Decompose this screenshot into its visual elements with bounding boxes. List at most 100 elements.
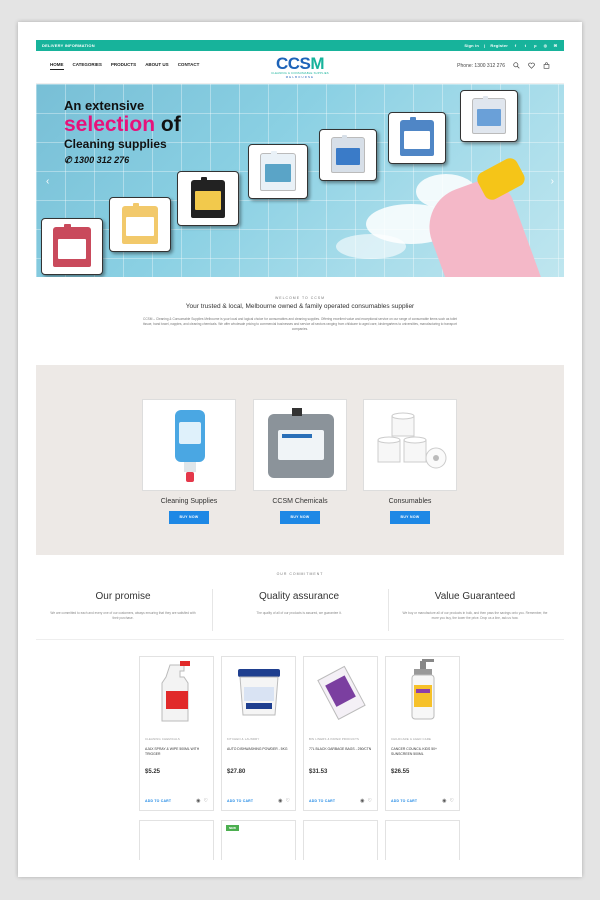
- logo-city: MELBOURNE: [285, 75, 315, 79]
- welcome-body: CCSM – Cleaning & Consumable Supplies Me…: [143, 317, 457, 331]
- commitment-kicker: OUR COMMITMENT: [276, 572, 324, 576]
- category-name: CCSM Chemicals: [272, 498, 328, 505]
- add-to-cart-button[interactable]: ADD TO CART: [145, 799, 171, 803]
- product-card-partial[interactable]: [139, 820, 214, 860]
- hero-line-3: Cleaning supplies: [64, 137, 167, 151]
- category-name: Cleaning Supplies: [160, 498, 218, 505]
- delivery-info-link[interactable]: DELIVERY INFORMATION: [42, 43, 95, 48]
- products-section: CLEANING CHEMICALS AJAX SPRAY & WIPE 500…: [36, 640, 564, 860]
- product-actions: ◉ ♡: [196, 798, 208, 804]
- ccsm-chemicals-image: [253, 399, 347, 491]
- category-card[interactable]: CCSM Chemicals BUY NOW: [253, 399, 347, 524]
- categories-section: Cleaning Supplies BUY NOW CCSM Chemicals…: [36, 365, 564, 555]
- commitment-text: The quality of all of our products is as…: [256, 611, 342, 615]
- product-category: KITCHEN & LAUNDRY: [227, 737, 260, 741]
- product-card[interactable]: CLEANING CHEMICALS AJAX SPRAY & WIPE 500…: [139, 656, 214, 811]
- header-right: Phone: 1300 312 276: [457, 62, 550, 69]
- product-price: $26.55: [391, 769, 410, 775]
- hero-heading: An extensive selection of Cleaning suppl…: [64, 98, 181, 166]
- commitment-text: We are committed to each and every one o…: [50, 611, 196, 620]
- buy-now-button[interactable]: BUY NOW: [280, 511, 320, 524]
- product-name[interactable]: AUTO DISHWASHING POWDER - 5KG: [227, 747, 290, 757]
- product-price: $31.53: [309, 769, 328, 775]
- main-nav: HOME CATEGORIES PRODUCTS ABOUT US CONTAC…: [50, 62, 199, 70]
- email-icon[interactable]: ✉: [553, 43, 558, 48]
- page-frame: DELIVERY INFORMATION Sign in | Register …: [18, 22, 582, 877]
- product-category: BIN LINERS & PAPER PRODUCTS: [309, 737, 360, 741]
- top-bar: DELIVERY INFORMATION Sign in | Register …: [36, 40, 564, 51]
- hero-product-card: [109, 197, 171, 252]
- product-jug-image: [260, 150, 296, 191]
- sign-in-link[interactable]: Sign in: [464, 43, 479, 48]
- product-image: [140, 657, 213, 727]
- wishlist-heart-icon[interactable]: ♡: [286, 798, 290, 804]
- cart-bag-icon[interactable]: [543, 62, 550, 69]
- quick-view-eye-icon[interactable]: ◉: [442, 798, 446, 804]
- commitment-title: Quality assurance: [258, 591, 340, 602]
- commitment-quality: Quality assurance The quality of all of …: [224, 591, 374, 616]
- product-card[interactable]: CHILDCARE & AGED CARE CANCER COUNCIL KID…: [385, 656, 460, 811]
- consumables-image: [363, 399, 457, 491]
- welcome-section: WELCOME TO CCSM Your trusted & local, Me…: [36, 277, 564, 365]
- welcome-kicker: WELCOME TO CCSM: [274, 296, 326, 300]
- hero-product-card: [248, 144, 308, 199]
- hero-slider[interactable]: An extensive selection of Cleaning suppl…: [36, 84, 564, 277]
- wishlist-heart-icon[interactable]: ♡: [368, 798, 372, 804]
- product-card[interactable]: BIN LINERS & PAPER PRODUCTS 77L BLACK GA…: [303, 656, 378, 811]
- pinterest-icon[interactable]: p: [533, 43, 538, 48]
- commitment-title: Our promise: [95, 591, 151, 602]
- category-card[interactable]: Consumables BUY NOW: [363, 399, 457, 524]
- separator: |: [484, 43, 486, 48]
- commitment-promise: Our promise We are committed to each and…: [48, 591, 198, 621]
- add-to-cart-button[interactable]: ADD TO CART: [227, 799, 253, 803]
- wishlist-heart-icon[interactable]: [528, 62, 535, 69]
- category-card[interactable]: Cleaning Supplies BUY NOW: [142, 399, 236, 524]
- wishlist-heart-icon[interactable]: ♡: [204, 798, 208, 804]
- commitment-section: OUR COMMITMENT Our promise We are commit…: [36, 555, 564, 640]
- site: DELIVERY INFORMATION Sign in | Register …: [36, 40, 564, 860]
- nav-home[interactable]: HOME: [50, 62, 64, 70]
- divider: [388, 589, 389, 631]
- product-name[interactable]: CANCER COUNCIL KIDS 50+ SUNSCREEN 500ML: [391, 747, 454, 757]
- buy-now-button[interactable]: BUY NOW: [390, 511, 430, 524]
- nav-categories[interactable]: CATEGORIES: [73, 62, 102, 70]
- register-link[interactable]: Register: [490, 43, 508, 48]
- product-jug-image: [191, 176, 225, 218]
- new-badge: NEW: [226, 825, 239, 831]
- top-bar-right: Sign in | Register f t p ◎ ✉: [464, 43, 558, 48]
- commitment-value: Value Guaranteed We buy or manufacture a…: [400, 591, 550, 621]
- product-card[interactable]: KITCHEN & LAUNDRY AUTO DISHWASHING POWDE…: [221, 656, 296, 811]
- slider-next-arrow[interactable]: ›: [551, 176, 554, 187]
- site-logo[interactable]: CCSM CLEANING & CONSUMABLE SUPPLIES MELB…: [266, 55, 334, 79]
- buy-now-button[interactable]: BUY NOW: [169, 511, 209, 524]
- quick-view-eye-icon[interactable]: ◉: [278, 798, 282, 804]
- add-to-cart-button[interactable]: ADD TO CART: [391, 799, 417, 803]
- product-card-partial[interactable]: [303, 820, 378, 860]
- commitment-title: Value Guaranteed: [434, 591, 516, 602]
- product-name[interactable]: 77L BLACK GARBAGE BAGS - 250/CTN: [309, 747, 372, 757]
- product-name[interactable]: AJAX SPRAY & WIPE 500ML WITH TRIGGER: [145, 747, 208, 757]
- product-jug-image: [331, 135, 365, 173]
- product-image: [386, 657, 459, 727]
- hero-product-card: [460, 90, 518, 142]
- slider-prev-arrow[interactable]: ‹: [46, 176, 49, 187]
- quick-view-eye-icon[interactable]: ◉: [196, 798, 200, 804]
- hero-line-1: An extensive: [64, 98, 145, 113]
- quick-view-eye-icon[interactable]: ◉: [360, 798, 364, 804]
- nav-products[interactable]: PRODUCTS: [111, 62, 136, 70]
- facebook-icon[interactable]: f: [513, 43, 518, 48]
- hero-product-card: [177, 171, 239, 226]
- wishlist-heart-icon[interactable]: ♡: [450, 798, 454, 804]
- product-category: CLEANING CHEMICALS: [145, 737, 180, 741]
- instagram-icon[interactable]: ◎: [543, 43, 548, 48]
- hero-line-2: selection of: [64, 113, 181, 136]
- nav-about-us[interactable]: ABOUT US: [145, 62, 169, 70]
- hero-phone: ✆ 1300 312 276: [64, 155, 130, 165]
- product-card-partial[interactable]: [385, 820, 460, 860]
- nav-contact[interactable]: CONTACT: [178, 62, 200, 70]
- add-to-cart-button[interactable]: ADD TO CART: [309, 799, 335, 803]
- search-icon[interactable]: [513, 62, 520, 69]
- product-card-partial[interactable]: NEW: [221, 820, 296, 860]
- product-jug-image: [400, 117, 434, 156]
- twitter-icon[interactable]: t: [523, 43, 528, 48]
